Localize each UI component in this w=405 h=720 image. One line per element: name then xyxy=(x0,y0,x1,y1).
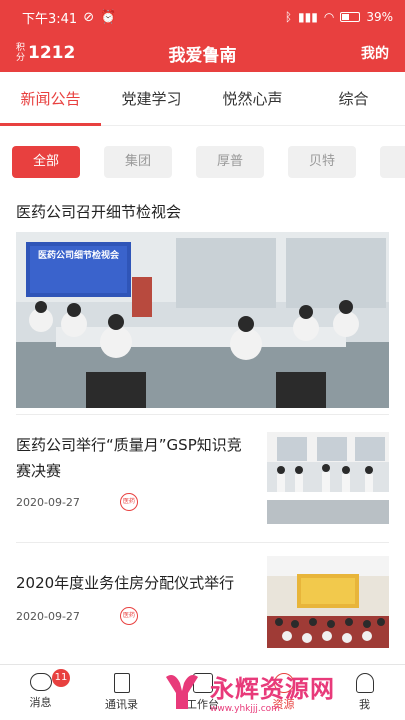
news-item-title: 2020年度业务住房分配仪式举行 xyxy=(16,574,235,592)
watermark-logo-icon xyxy=(166,675,198,709)
tab-party-study[interactable]: 党建学习 xyxy=(101,72,202,125)
news-item[interactable]: 医药公司举行“质量月”GSP知识竞赛决赛 2020-09-27 医药 xyxy=(16,432,389,524)
watermark: 永辉资源网 www.yhkjjj.com xyxy=(160,662,405,720)
status-time: 下午3:41 xyxy=(22,11,78,27)
divider xyxy=(16,414,389,415)
mine-button[interactable]: 我的 xyxy=(361,43,389,63)
signal-icon: ▮▮▮ xyxy=(298,10,318,24)
nav-messages-label: 消息 xyxy=(29,696,52,709)
news-item-date: 2020-09-27 xyxy=(16,610,80,623)
seal-icon: 医药 xyxy=(120,607,138,625)
status-bar: 下午3:41 ⊘ ⏰ ᛒ ▮▮▮ ◠ 39% xyxy=(0,0,405,34)
chat-icon xyxy=(29,673,52,691)
chip-all[interactable]: 全部 xyxy=(12,146,80,178)
divider xyxy=(16,542,389,543)
featured-news[interactable]: 医药公司召开细节检视会 医药公司细节检视会 xyxy=(16,198,389,408)
tab-news[interactable]: 新闻公告 xyxy=(0,72,101,126)
tab-voices[interactable]: 悦然心声 xyxy=(202,72,303,125)
news-item-thumbnail xyxy=(267,556,389,648)
battery-icon xyxy=(340,12,361,22)
watermark-text: 永辉资源网 xyxy=(210,674,335,703)
score-display[interactable]: 积分 1212 xyxy=(16,43,75,63)
news-item-title: 医药公司举行“质量月”GSP知识竞赛决赛 xyxy=(16,436,242,480)
chip-more[interactable] xyxy=(380,146,405,178)
news-item-thumbnail xyxy=(267,432,389,524)
watermark-url: www.yhkjjj.com xyxy=(210,703,280,714)
featured-news-image: 医药公司细节检视会 xyxy=(16,232,389,408)
nav-contacts[interactable]: 通讯录 xyxy=(81,665,162,720)
unread-badge: 11 xyxy=(52,669,70,687)
battery-percent: 39% xyxy=(366,10,393,24)
category-tabs: 新闻公告 党建学习 悦然心声 综合 xyxy=(0,72,405,126)
featured-news-title: 医药公司召开细节检视会 xyxy=(16,203,182,221)
bluetooth-icon: ᛒ xyxy=(284,10,293,24)
filter-chips: 全部 集团 厚普 贝特 xyxy=(0,146,405,178)
seal-icon: 医药 xyxy=(120,493,138,511)
featured-banner-text: 医药公司细节检视会 xyxy=(37,251,119,261)
mute-icon: ⊘ xyxy=(83,9,95,25)
score-label: 积分 xyxy=(16,43,26,63)
chip-houpu[interactable]: 厚普 xyxy=(196,146,264,178)
wifi-icon: ◠ xyxy=(323,10,335,24)
chip-group[interactable]: 集团 xyxy=(104,146,172,178)
alarm-icon: ⏰ xyxy=(100,9,117,25)
nav-messages[interactable]: 11 消息 xyxy=(0,665,81,720)
tab-general[interactable]: 综合 xyxy=(303,72,404,125)
score-value: 1212 xyxy=(28,43,76,63)
news-item-date: 2020-09-27 xyxy=(16,496,80,509)
news-item[interactable]: 2020年度业务住房分配仪式举行 2020-09-27 医药 xyxy=(16,556,389,648)
nav-contacts-label: 通讯录 xyxy=(105,698,138,711)
contacts-icon xyxy=(113,673,130,693)
chip-beite[interactable]: 贝特 xyxy=(288,146,356,178)
app-bar: 积分 1212 我爱鲁南 我的 xyxy=(0,34,405,72)
